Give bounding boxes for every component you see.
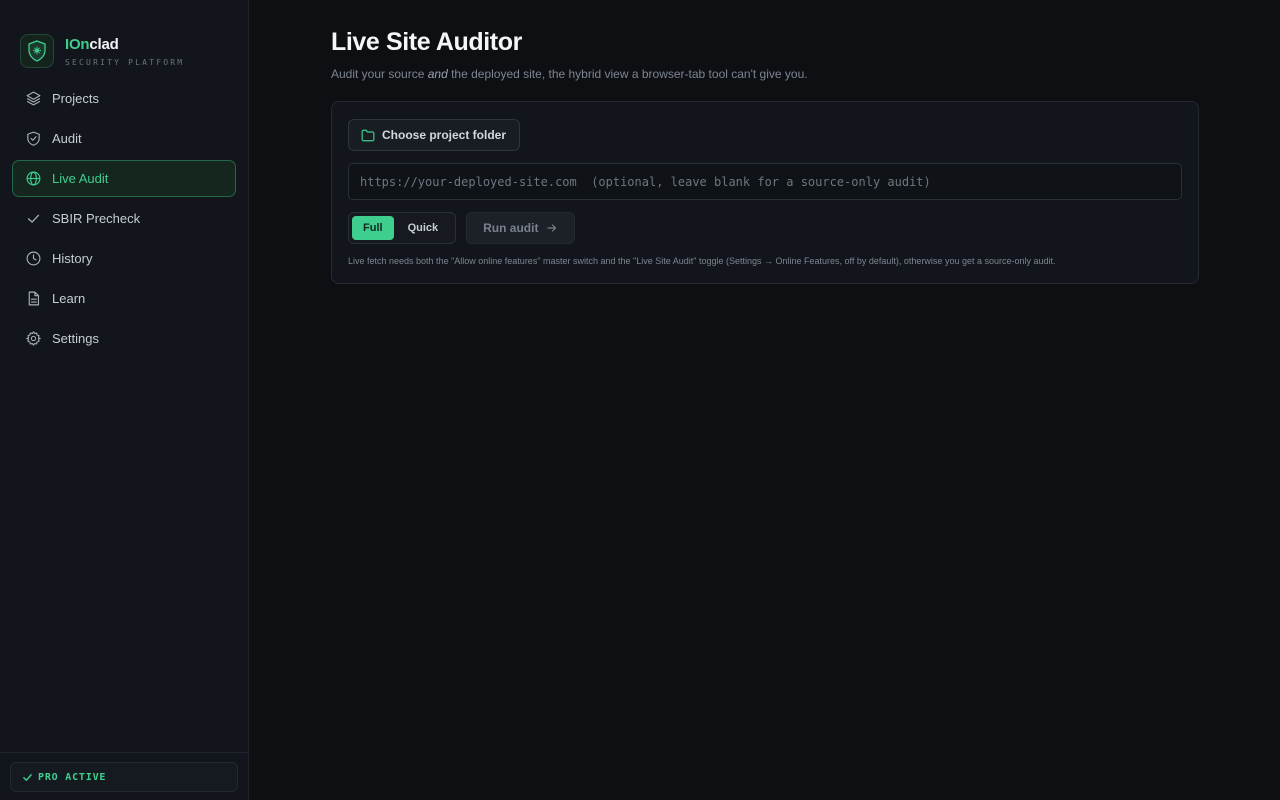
arrow-right-icon — [547, 224, 557, 232]
run-audit-button[interactable]: Run audit — [466, 212, 576, 244]
audit-mode-toggle: Full Quick — [348, 212, 457, 244]
sidebar-item-label: History — [52, 251, 93, 266]
sidebar-item-label: SBIR Precheck — [52, 211, 141, 226]
page-subtitle-start: Audit your source — [331, 67, 428, 81]
choose-project-folder-label: Choose project folder — [382, 128, 507, 142]
sidebar-item-projects[interactable]: Projects — [12, 80, 236, 117]
run-audit-label: Run audit — [483, 221, 539, 235]
clock-icon — [24, 250, 42, 268]
sidebar-item-label: Audit — [52, 131, 82, 146]
choose-project-folder-button[interactable]: Choose project folder — [348, 119, 521, 151]
sidebar-item-label: Settings — [52, 331, 99, 346]
sidebar-item-learn[interactable]: Learn — [12, 280, 236, 317]
document-icon — [24, 290, 42, 308]
shield-check-icon — [24, 130, 42, 148]
check-icon — [24, 210, 42, 228]
pro-status-area: PRO ACTIVE — [0, 752, 248, 800]
folder-icon — [361, 129, 375, 141]
live-fetch-note: Live fetch needs both the "Allow online … — [348, 256, 1056, 266]
sidebar: IOnclad SECURITY PLATFORM Projects Audit — [0, 0, 249, 800]
sidebar-nav: Projects Audit Live Audit SBIR Precheck — [0, 80, 248, 357]
sidebar-item-live-audit[interactable]: Live Audit — [12, 160, 236, 197]
sidebar-item-label: Learn — [52, 291, 86, 306]
page-subtitle: Audit your source and the deployed site,… — [331, 67, 1280, 81]
sidebar-item-audit[interactable]: Audit — [12, 120, 236, 157]
brand-name: IOnclad — [65, 36, 184, 54]
gear-icon — [24, 330, 42, 348]
globe-icon — [24, 170, 42, 188]
page-subtitle-emphasis: and — [427, 67, 448, 81]
sidebar-item-label: Projects — [52, 91, 99, 106]
pro-badge-label: PRO ACTIVE — [38, 771, 107, 783]
brand-name-accent: IOn — [65, 35, 90, 53]
sidebar-item-history[interactable]: History — [12, 240, 236, 277]
brand: IOnclad SECURITY PLATFORM — [0, 0, 248, 80]
sidebar-item-sbir-precheck[interactable]: SBIR Precheck — [12, 200, 236, 237]
mode-quick-button[interactable]: Quick — [394, 216, 453, 240]
brand-name-rest: clad — [89, 35, 119, 53]
page-subtitle-end: the deployed site, the hybrid view a bro… — [447, 67, 808, 81]
check-icon — [23, 773, 32, 781]
audit-card: Choose project folder Full Quick Run aud… — [331, 101, 1199, 284]
mode-full-button[interactable]: Full — [352, 216, 394, 240]
site-url-input[interactable] — [348, 163, 1182, 200]
brand-subtitle: SECURITY PLATFORM — [65, 57, 185, 67]
main-content: Live Site Auditor Audit your source and … — [249, 0, 1280, 800]
pro-active-badge[interactable]: PRO ACTIVE — [10, 762, 238, 792]
shield-logo-icon — [20, 34, 54, 68]
layers-icon — [24, 90, 42, 108]
sidebar-item-settings[interactable]: Settings — [12, 320, 236, 357]
page-title: Live Site Auditor — [331, 28, 522, 56]
sidebar-item-label: Live Audit — [52, 171, 109, 186]
